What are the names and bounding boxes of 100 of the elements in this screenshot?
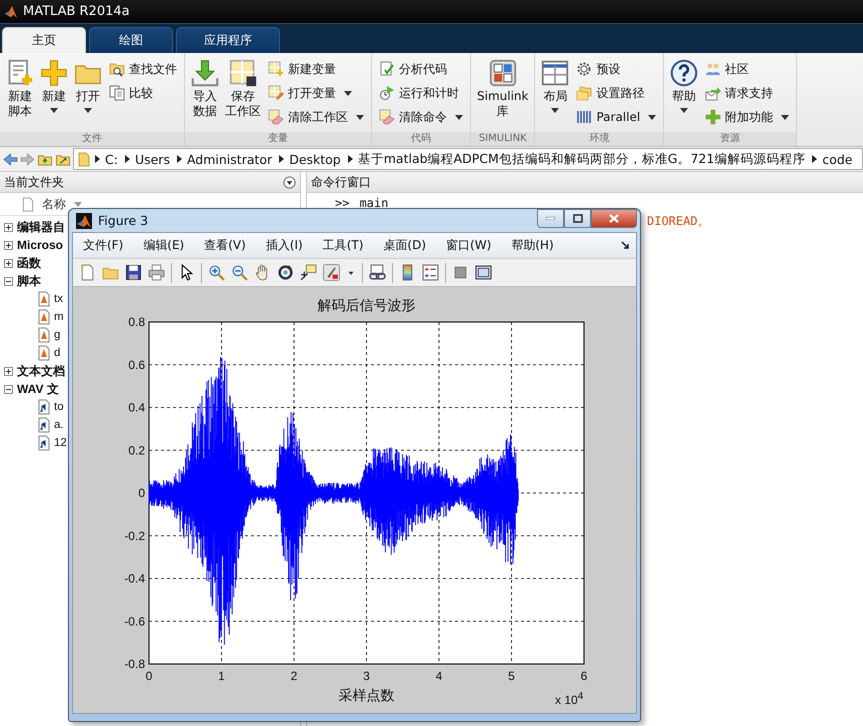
path-segment[interactable]: Administrator (186, 152, 272, 166)
ribbon-button[interactable]: 清除工作区 (265, 106, 367, 128)
menu-item[interactable]: 文件(F) (79, 237, 128, 254)
plus-icon (705, 109, 722, 125)
tree-group[interactable]: 编辑器自 (17, 218, 65, 236)
y-tick-label: -0.2 (124, 528, 145, 543)
file-item[interactable]: 12 (54, 437, 67, 449)
ribbon-tab[interactable]: 应用程序 (176, 27, 280, 53)
ribbon-button[interactable]: 清除命令 (376, 106, 466, 128)
script-icon (6, 59, 34, 87)
file-item[interactable]: d (54, 347, 60, 359)
ribbon-button[interactable]: 查找文件 (106, 58, 180, 80)
back-arrow-icon[interactable] (3, 152, 18, 166)
zoom-in-icon[interactable] (208, 264, 225, 281)
ribbon-button[interactable]: 打开 (72, 57, 104, 132)
collapse-icon[interactable] (4, 384, 13, 394)
file-item[interactable]: tx (54, 293, 63, 305)
ribbon-tab[interactable]: 绘图 (89, 27, 173, 53)
audio-file-icon (36, 399, 52, 415)
separator-arrow-icon (812, 155, 818, 163)
expand-icon[interactable] (4, 222, 13, 232)
x-tick-label: 3 (363, 669, 370, 683)
path-segment[interactable]: Users (134, 152, 170, 166)
maximize-icon (572, 214, 582, 223)
menu-item[interactable]: 工具(T) (318, 237, 368, 254)
link-icon[interactable] (369, 264, 386, 281)
ribbon-button[interactable]: 请求支持 (702, 82, 792, 104)
printer-icon[interactable] (148, 264, 165, 281)
minimize-button[interactable] (537, 209, 564, 228)
ribbon-button[interactable]: 分析代码 (376, 58, 466, 80)
path-segment[interactable]: Desktop (289, 152, 341, 166)
matlab-logo-icon (76, 212, 92, 228)
window-title: MATLAB R2014a (23, 4, 130, 19)
path-segment[interactable]: C: (105, 152, 118, 166)
ribbon-tab[interactable]: 主页 (2, 27, 86, 53)
rotate-icon[interactable] (277, 264, 294, 281)
ribbon-button[interactable]: 打开变量 (265, 82, 367, 104)
ribbon-button[interactable]: 导入 数据 (189, 57, 221, 132)
brush-icon[interactable] (323, 264, 340, 281)
collapse-icon[interactable] (4, 276, 13, 286)
ribbon-button[interactable]: 保存 工作区 (223, 57, 263, 132)
ribbon-button[interactable]: 附加功能 (702, 106, 792, 128)
separator-arrow-icon (176, 155, 182, 163)
menu-item[interactable]: 插入(I) (262, 237, 307, 254)
square-icon[interactable] (452, 264, 469, 281)
ribbon-button[interactable]: 布局 (539, 57, 572, 132)
separator-arrow-icon (279, 155, 284, 163)
x-tick-label: 6 (580, 669, 588, 683)
zoom-out-icon[interactable] (231, 264, 248, 281)
expand-icon[interactable] (4, 366, 13, 376)
tree-group[interactable]: 函数 (17, 254, 41, 272)
tree-group[interactable]: WAV 文 (17, 380, 59, 398)
expand-icon[interactable] (4, 258, 13, 268)
ribbon-button[interactable]: 新建 脚本 (4, 57, 36, 132)
eraser-icon (268, 109, 284, 125)
forward-arrow-icon[interactable] (20, 152, 35, 166)
x-tick-label: 0 (146, 669, 152, 683)
tree-group[interactable]: 文本文档 (17, 362, 65, 380)
menu-item[interactable]: 窗口(W) (442, 237, 496, 254)
download-arrow-icon (191, 59, 219, 87)
command-prompt: >> (335, 196, 350, 210)
ribbon-button[interactable]: 社区 (702, 58, 792, 80)
separator-arrow-icon (124, 155, 130, 163)
ribbon-button[interactable]: 帮助 (668, 57, 700, 132)
expand-icon[interactable] (4, 240, 13, 250)
close-button[interactable] (591, 209, 637, 228)
ribbon-button[interactable]: Parallel (573, 106, 660, 128)
panel-title: 当前文件夹 (4, 174, 64, 190)
tree-group[interactable]: Microso (17, 238, 64, 252)
minimize-icon (546, 217, 555, 220)
maximize-button[interactable] (564, 209, 591, 228)
menu-item[interactable]: 编辑(E) (139, 237, 188, 254)
separator-arrow-icon (348, 155, 353, 163)
y-tick-label: -0.8 (124, 657, 145, 671)
ribbon-button[interactable]: 预设 (573, 58, 660, 80)
group-label: 代码 (372, 132, 470, 146)
dock-arrow-icon[interactable] (621, 241, 630, 250)
ribbon-button[interactable]: 新建 (38, 57, 70, 132)
data-tip-icon[interactable] (300, 264, 317, 281)
menu-item[interactable]: 查看(V) (200, 237, 250, 254)
tree-group[interactable]: 脚本 (17, 272, 41, 290)
menu-item[interactable]: 桌面(D) (379, 237, 430, 254)
ribbon-button[interactable]: 新建变量 (265, 58, 367, 80)
file-item[interactable]: a. (54, 419, 64, 431)
y-tick-label: -0.4 (124, 572, 145, 586)
path-segment[interactable]: code (822, 152, 852, 166)
file-item[interactable]: g (54, 329, 60, 341)
ribbon-button[interactable]: 运行和计时 (376, 82, 466, 104)
menu-item[interactable]: 帮助(H) (507, 237, 558, 254)
ribbon-button[interactable]: 设置路径 (573, 82, 660, 104)
file-item[interactable]: to (54, 401, 64, 413)
path-field[interactable]: C: Users Administrator Desktop 基于matlab编程ADPCM包括编码和解码两部分，标准G。721编解码源码程序 code (73, 148, 863, 170)
document-icon[interactable] (79, 264, 96, 281)
path-segment[interactable]: 基于matlab编程ADPCM包括编码和解码两部分，标准G。721编解码源码程序 (358, 150, 806, 168)
window-icon[interactable] (475, 264, 492, 281)
ribbon-button[interactable]: 比较 (106, 82, 180, 104)
legend-icon[interactable] (422, 264, 439, 281)
file-item[interactable]: m (54, 311, 64, 323)
ribbon-button[interactable]: Simulink 库 (475, 57, 530, 132)
panel-menu-icon[interactable] (283, 176, 296, 188)
